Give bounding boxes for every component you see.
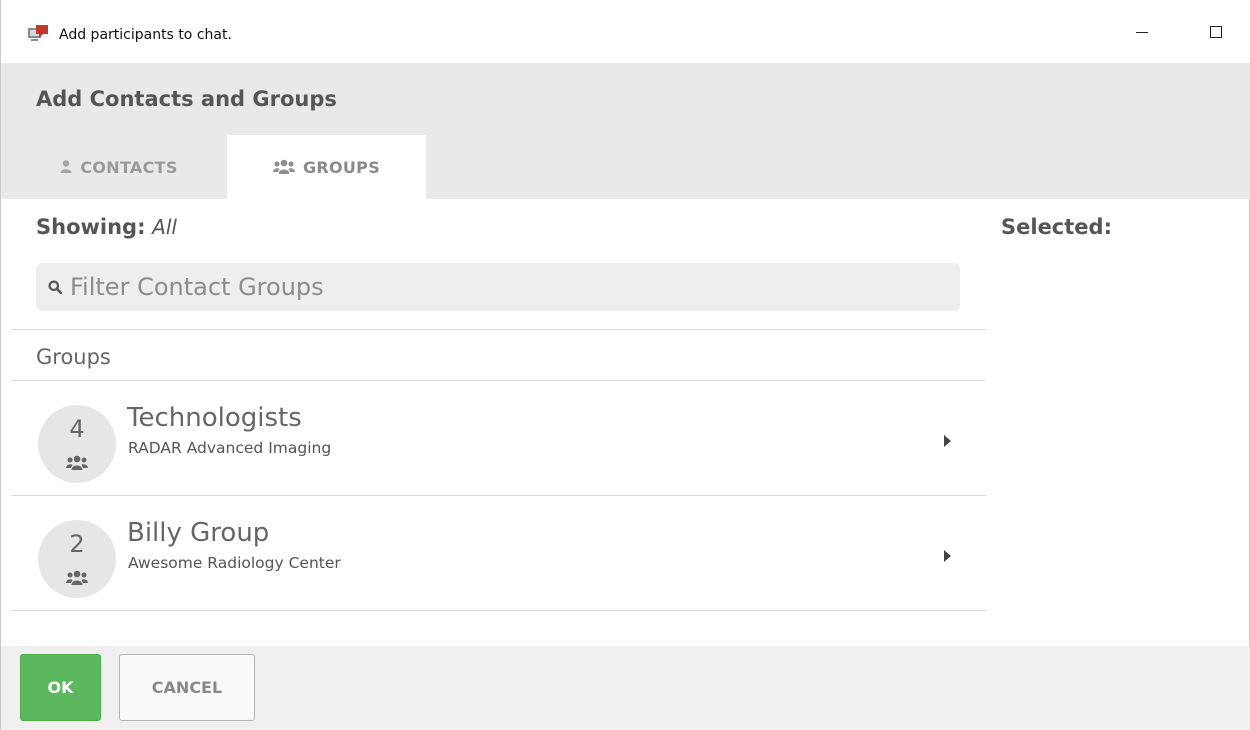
- dialog-header: Add Contacts and Groups: [1, 63, 1250, 135]
- minimize-button[interactable]: [1119, 14, 1165, 50]
- tab-bar: CONTACTS GROUPS: [1, 135, 1250, 199]
- member-count-badge: 2: [38, 520, 116, 598]
- window-title: Add participants to chat.: [59, 27, 232, 43]
- showing-value: All: [152, 215, 177, 239]
- dialog-window: Add participants to chat. Add Contacts a…: [0, 0, 1250, 730]
- group-organization: RADAR Advanced Imaging: [128, 439, 332, 457]
- maximize-icon: [1210, 26, 1222, 38]
- filter-box: [36, 263, 960, 311]
- showing-label: Showing:: [36, 215, 146, 239]
- chevron-right-icon[interactable]: [943, 549, 952, 563]
- users-icon: [66, 455, 88, 470]
- minimize-icon: [1136, 31, 1148, 33]
- group-name: Technologists: [127, 403, 302, 433]
- divider: [11, 610, 986, 611]
- cancel-button[interactable]: CANCEL: [119, 654, 255, 721]
- users-icon: [66, 570, 88, 585]
- selected-label: Selected:: [1001, 215, 1112, 239]
- showing-filter-label[interactable]: Showing: All: [36, 215, 177, 239]
- tab-contacts-label: CONTACTS: [80, 157, 178, 177]
- member-count-badge: 4: [38, 405, 116, 483]
- member-count: 2: [69, 530, 85, 558]
- dialog-title: Add Contacts and Groups: [36, 87, 337, 111]
- selected-list: [1001, 255, 1241, 635]
- tab-groups[interactable]: GROUPS: [227, 135, 426, 199]
- groups-heading: Groups: [36, 345, 111, 369]
- search-icon: [48, 280, 62, 294]
- dialog-footer: OK CANCEL: [1, 646, 1250, 730]
- maximize-button[interactable]: [1193, 14, 1239, 50]
- tab-groups-label: GROUPS: [302, 157, 381, 177]
- chat-app-icon: [28, 25, 48, 41]
- title-bar: Add participants to chat.: [1, 0, 1250, 63]
- tab-contacts[interactable]: CONTACTS: [11, 135, 227, 199]
- chevron-right-icon[interactable]: [943, 434, 952, 448]
- group-organization: Awesome Radiology Center: [128, 554, 341, 572]
- users-icon: [272, 159, 295, 174]
- divider: [11, 329, 986, 330]
- member-count: 4: [69, 415, 85, 443]
- group-name: Billy Group: [127, 518, 270, 548]
- group-row-billy-group[interactable]: 2 Billy Group Awesome Radiology Center: [11, 496, 986, 610]
- user-icon: [60, 160, 72, 173]
- group-row-technologists[interactable]: 4 Technologists RADAR Advanced Imaging: [11, 381, 986, 495]
- filter-groups-input[interactable]: [70, 273, 930, 301]
- ok-button[interactable]: OK: [20, 654, 101, 721]
